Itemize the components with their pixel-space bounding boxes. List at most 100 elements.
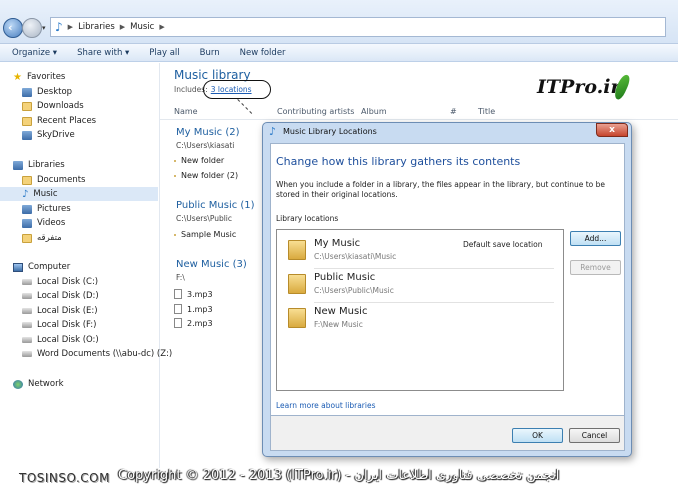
music-note-icon: ♪: [55, 20, 63, 34]
star-icon: ★: [13, 71, 22, 83]
folder-icon: [174, 174, 176, 177]
libraries-icon: [13, 160, 23, 170]
column-track-number[interactable]: #: [450, 107, 457, 116]
list-item[interactable]: New folder (2): [174, 171, 238, 180]
group-header-my-music[interactable]: My Music (2): [176, 127, 240, 138]
dialog-title: Music Library Locations: [283, 127, 377, 136]
chevron-right-icon[interactable]: ▶: [159, 23, 164, 31]
nav-network[interactable]: Network: [13, 377, 64, 391]
cancel-button[interactable]: Cancel: [569, 428, 620, 443]
breadcrumb-music[interactable]: Music: [130, 22, 154, 32]
column-title[interactable]: Title: [478, 107, 495, 116]
documents-icon: [22, 175, 32, 185]
nav-drive-e[interactable]: Local Disk (E:): [22, 304, 98, 318]
pictures-icon: [22, 204, 32, 214]
nav-desktop[interactable]: Desktop: [22, 85, 72, 99]
folder-icon: [174, 159, 176, 162]
dialog-description: When you include a folder in a library, …: [276, 180, 606, 199]
list-item[interactable]: Sample Music: [174, 230, 236, 239]
column-contributing-artists[interactable]: Contributing artists: [277, 107, 354, 116]
column-name[interactable]: Name: [174, 107, 198, 116]
nav-pictures[interactable]: Pictures: [22, 202, 71, 216]
new-folder-button[interactable]: New folder: [240, 48, 286, 58]
drive-icon: [22, 322, 32, 328]
watermark-logo: ITPro.ir: [537, 76, 621, 98]
recent-places-icon: [22, 116, 32, 126]
breadcrumb[interactable]: ♪ ▶ Libraries ▶ Music ▶: [50, 17, 666, 37]
nav-computer[interactable]: Computer: [13, 260, 70, 274]
desktop-icon: [22, 87, 32, 97]
network-icon: [13, 379, 23, 389]
back-arrow-icon: ‹: [8, 21, 13, 34]
ok-button[interactable]: OK: [512, 428, 563, 443]
skydrive-icon: [22, 130, 32, 140]
locations-list[interactable]: My Music C:\Users\kiasati\Music Default …: [276, 229, 564, 391]
library-icon: [22, 233, 32, 243]
site-brand: TOSINSO.COM: [19, 471, 110, 485]
learn-more-link[interactable]: Learn more about libraries: [276, 401, 375, 410]
address-bar: ‹ ▾ ♪ ▶ Libraries ▶ Music ▶: [0, 0, 678, 44]
footer-banner: TOSINSO.COM Copyright © 2012 - 2013 (ITP…: [0, 468, 678, 500]
list-item[interactable]: New folder: [174, 156, 224, 165]
play-all-button[interactable]: Play all: [149, 48, 179, 58]
default-save-location-label: Default save location: [463, 240, 543, 249]
nav-drive-c[interactable]: Local Disk (C:): [22, 275, 98, 289]
group-header-new-music[interactable]: New Music (3): [176, 259, 247, 270]
downloads-icon: [22, 101, 32, 111]
mp3-file-icon: [174, 318, 182, 328]
highlight-circle: [203, 80, 271, 99]
folder-icon: [288, 274, 306, 294]
command-bar: Organize ▾ Share with ▾ Play all Burn Ne…: [0, 44, 678, 62]
column-album[interactable]: Album: [361, 107, 387, 116]
back-button[interactable]: ‹: [3, 18, 23, 38]
burn-button[interactable]: Burn: [200, 48, 220, 58]
computer-icon: [13, 262, 23, 272]
dialog-heading: Change how this library gathers its cont…: [276, 155, 521, 168]
folder-icon: [174, 233, 176, 236]
breadcrumb-libraries[interactable]: Libraries: [78, 22, 115, 32]
nav-videos[interactable]: Videos: [22, 216, 65, 230]
nav-favorites[interactable]: ★ Favorites: [13, 70, 65, 84]
close-button[interactable]: x: [596, 123, 628, 137]
remove-button[interactable]: Remove: [570, 260, 621, 275]
share-with-button[interactable]: Share with ▾: [77, 48, 129, 58]
location-item-my-music[interactable]: My Music C:\Users\kiasati\Music Default …: [277, 234, 563, 267]
list-item[interactable]: 3.mp3: [174, 289, 213, 299]
music-icon: ♪: [22, 188, 29, 200]
column-headers: Name Contributing artists Album # Title: [160, 104, 678, 120]
mp3-file-icon: [174, 289, 182, 299]
organize-button[interactable]: Organize ▾: [12, 48, 57, 58]
list-item[interactable]: 1.mp3: [174, 304, 213, 314]
nav-downloads[interactable]: Downloads: [22, 99, 84, 113]
drive-icon: [22, 279, 32, 285]
nav-drive-f[interactable]: Local Disk (F:): [22, 318, 96, 332]
group-path: F:\: [176, 273, 185, 282]
location-item-public-music[interactable]: Public Music C:\Users\Public\Music: [277, 268, 563, 301]
drive-icon: [22, 293, 32, 299]
library-locations-label: Library locations: [276, 214, 339, 223]
mp3-file-icon: [174, 304, 182, 314]
forward-button[interactable]: [22, 18, 42, 38]
nav-recent-places[interactable]: Recent Places: [22, 114, 96, 128]
nav-documents[interactable]: Documents: [22, 173, 85, 187]
chevron-right-icon[interactable]: ▶: [68, 23, 73, 31]
nav-drive-d[interactable]: Local Disk (D:): [22, 289, 99, 303]
group-header-public-music[interactable]: Public Music (1): [176, 200, 255, 211]
folder-icon: [288, 308, 306, 328]
nav-drive-o[interactable]: Local Disk (O:): [22, 333, 99, 347]
network-drive-icon: [22, 351, 32, 357]
nav-music[interactable]: ♪ Music: [0, 187, 158, 201]
dialog-body: Change how this library gathers its cont…: [270, 143, 625, 416]
history-dropdown-icon[interactable]: ▾: [42, 24, 46, 32]
nav-libraries[interactable]: Libraries: [13, 158, 65, 172]
group-path: C:\Users\Public: [176, 214, 233, 223]
add-button[interactable]: Add...: [570, 231, 621, 246]
nav-skydrive[interactable]: SkyDrive: [22, 128, 75, 142]
chevron-right-icon[interactable]: ▶: [120, 23, 125, 31]
music-folder-icon: [288, 240, 306, 260]
list-item[interactable]: 2.mp3: [174, 318, 213, 328]
nav-custom-library[interactable]: متفرقه: [22, 231, 62, 245]
location-item-new-music[interactable]: New Music F:\New Music: [277, 302, 563, 335]
navigation-pane: ★ Favorites Desktop Downloads Recent Plac…: [0, 63, 172, 468]
nav-drive-z[interactable]: Word Documents (\\abu-dc) (Z:): [22, 347, 172, 361]
